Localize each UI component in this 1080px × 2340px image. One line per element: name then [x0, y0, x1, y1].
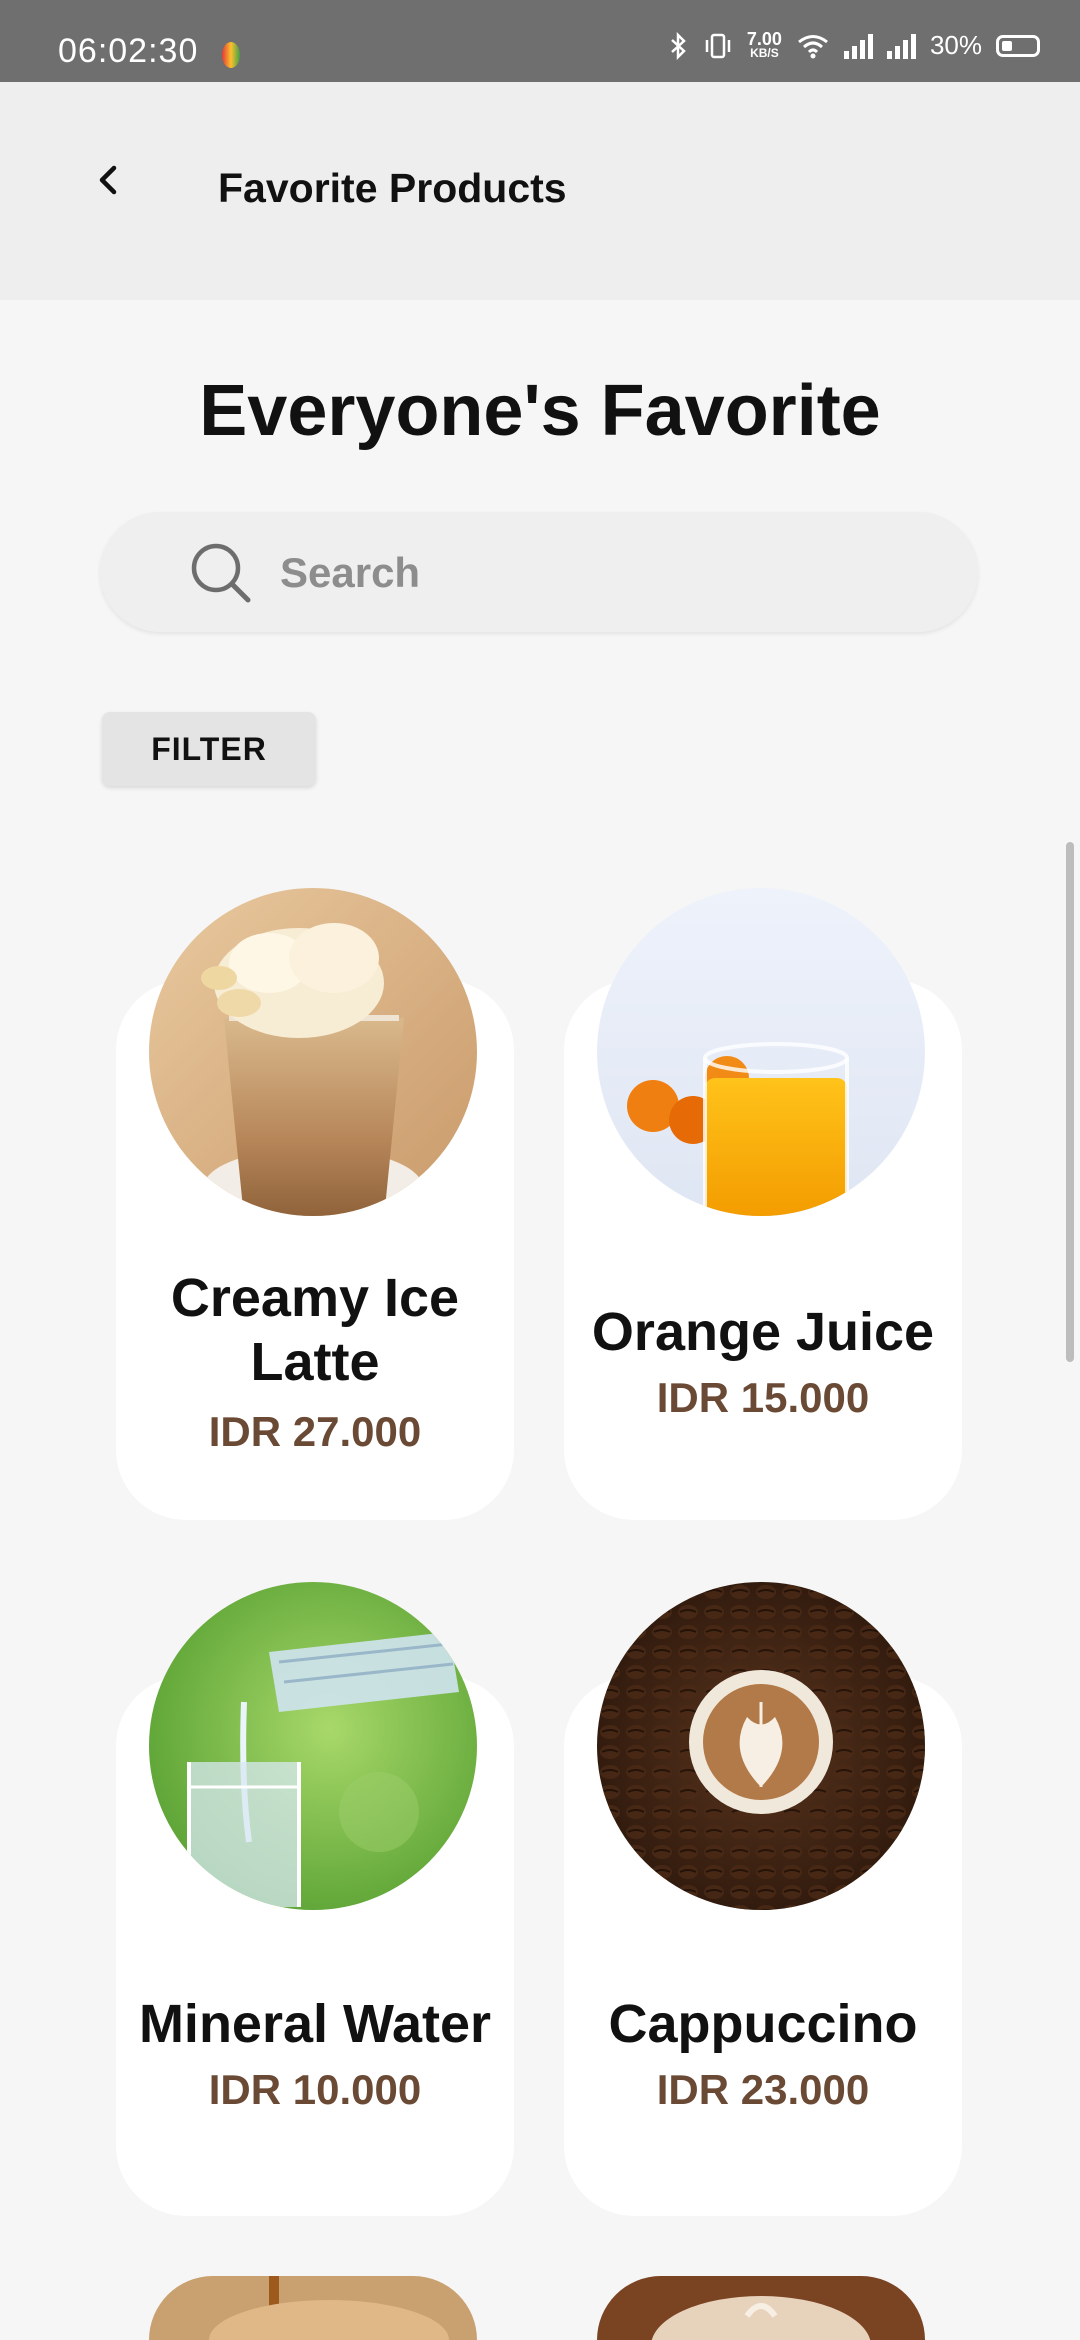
product-price: IDR 15.000: [656, 1374, 870, 1421]
product-image-orange-juice: [597, 888, 925, 1216]
battery-percent: 30%: [929, 30, 982, 60]
filter-button[interactable]: FILTER: [102, 712, 316, 786]
product-image-partial-right: [597, 2276, 925, 2340]
status-time: 06:02:30: [58, 32, 199, 70]
product-image-partial-left: [149, 2276, 477, 2340]
app-bar-title: Favorite Products: [218, 165, 567, 211]
status-icons: 7.00 KB/S 30%: [669, 30, 1040, 61]
speed-value: 7.00: [746, 28, 782, 49]
battery-icon: [996, 34, 1040, 57]
bluetooth-icon: [671, 31, 686, 60]
vibrate-icon: [705, 33, 731, 58]
status-bar: 06:02:30 7.00 KB/S 30%: [0, 0, 1080, 82]
product-image-mineral-water: [149, 1582, 477, 1910]
search-bar[interactable]: [100, 512, 978, 632]
back-button[interactable]: [78, 150, 138, 210]
product-name: Orange Juice: [591, 1302, 935, 1362]
wifi-icon: [798, 34, 828, 58]
product-price: IDR 10.000: [208, 2066, 422, 2113]
speed-unit: KB/S: [750, 45, 779, 60]
product-price: IDR 23.000: [656, 2066, 870, 2113]
signal-icon-1: [843, 33, 873, 59]
product-name: Mineral Water: [138, 1994, 492, 2054]
search-icon: [191, 543, 251, 603]
signal-icon-2: [886, 33, 916, 59]
back-arrow-icon: [99, 165, 117, 195]
page-heading: Everyone's Favorite: [199, 371, 881, 451]
product-image-cappuccino: [597, 1582, 925, 1910]
scrollbar[interactable]: [1066, 842, 1074, 1362]
product-name: Creamy Ice Latte: [170, 1268, 460, 1392]
product-price: IDR 27.000: [208, 1408, 422, 1455]
search-input[interactable]: [278, 536, 922, 610]
product-name: Cappuccino: [608, 1994, 918, 2054]
app-notification-icon: [222, 42, 240, 68]
product-image-creamy-ice-latte: [149, 888, 477, 1216]
network-speed: 7.00 KB/S: [746, 28, 782, 60]
